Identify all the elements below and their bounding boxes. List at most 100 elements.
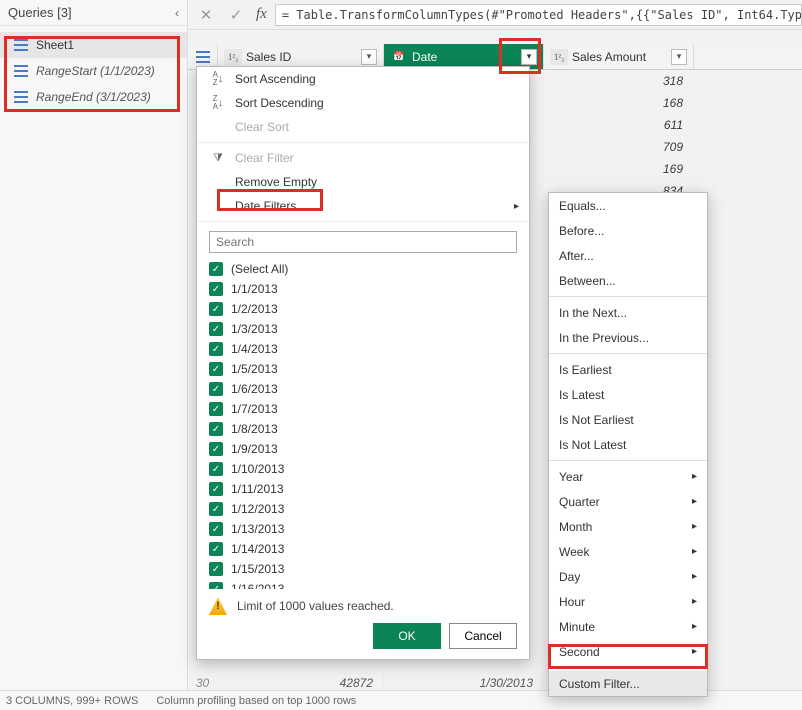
col-date-label: Date	[412, 50, 437, 64]
sort-asc-icon: AZ↓	[209, 71, 227, 87]
submenu-arrow-icon: ▸	[514, 201, 519, 212]
limit-warning: ! Limit of 1000 values reached.	[197, 589, 529, 623]
submenu-item[interactable]: Day▸	[549, 564, 707, 589]
filter-value-item[interactable]: ✓1/8/2013	[209, 419, 523, 439]
remove-empty[interactable]: Remove Empty	[197, 170, 529, 194]
dropdown-icon[interactable]: ▾	[671, 49, 687, 65]
checkbox-icon: ✓	[209, 542, 223, 556]
date-filters-submenu: Equals...Before...After...Between... In t…	[548, 192, 708, 697]
submenu-item[interactable]: After...	[549, 243, 707, 268]
filter-value-item[interactable]: ✓1/16/2013	[209, 579, 523, 589]
filter-value-item[interactable]: ✓1/6/2013	[209, 379, 523, 399]
filter-value-item[interactable]: ✓1/4/2013	[209, 339, 523, 359]
ok-button[interactable]: OK	[373, 623, 441, 649]
submenu-item[interactable]: Is Not Earliest	[549, 407, 707, 432]
checkbox-icon: ✓	[209, 422, 223, 436]
checkbox-icon: ✓	[209, 442, 223, 456]
checkbox-icon: ✓	[209, 522, 223, 536]
submenu-item[interactable]: Second▸	[549, 639, 707, 664]
submenu-item[interactable]: Minute▸	[549, 614, 707, 639]
chevron-right-icon: ▸	[692, 646, 697, 657]
query-label: RangeEnd (3/1/2023)	[36, 90, 151, 104]
checkbox-icon: ✓	[209, 342, 223, 356]
filter-search-input[interactable]	[209, 231, 517, 253]
query-label: RangeStart (1/1/2023)	[36, 64, 155, 78]
filter-values-list[interactable]: ✓(Select All)✓1/1/2013✓1/2/2013✓1/3/2013…	[209, 259, 523, 589]
column-header-sales-amount[interactable]: 1²₃ Sales Amount ▾	[544, 44, 694, 69]
checkbox-icon: ✓	[209, 282, 223, 296]
submenu-item[interactable]: Quarter▸	[549, 489, 707, 514]
date-type-icon: 📅	[390, 49, 408, 65]
checkbox-icon: ✓	[209, 302, 223, 316]
dropdown-icon[interactable]: ▾	[521, 49, 537, 65]
checkbox-icon: ✓	[209, 582, 223, 589]
filter-value-item[interactable]: ✓1/2/2013	[209, 299, 523, 319]
commit-icon[interactable]: ✓	[224, 3, 248, 27]
submenu-item[interactable]: Between...	[549, 268, 707, 293]
sort-ascending[interactable]: AZ↓ Sort Ascending	[197, 67, 529, 91]
dropdown-icon[interactable]: ▾	[361, 49, 377, 65]
checkbox-icon: ✓	[209, 482, 223, 496]
submenu-item[interactable]: Is Earliest	[549, 357, 707, 382]
filter-value-item[interactable]: ✓1/5/2013	[209, 359, 523, 379]
fx-icon[interactable]: fx	[256, 6, 267, 23]
cell-sales-amount: 168	[544, 92, 694, 113]
filter-value-item[interactable]: ✓1/12/2013	[209, 499, 523, 519]
table-icon	[14, 91, 28, 103]
queries-pane: Queries [3] ‹ Sheet1 RangeStart (1/1/2023…	[0, 0, 188, 710]
filter-value-item[interactable]: ✓1/13/2013	[209, 519, 523, 539]
submenu-item[interactable]: Equals...	[549, 193, 707, 218]
table-icon	[196, 51, 210, 63]
col-sales-amount-label: Sales Amount	[572, 50, 646, 64]
chevron-right-icon: ▸	[692, 621, 697, 632]
chevron-right-icon: ▸	[692, 596, 697, 607]
sort-desc-icon: ZA↓	[209, 95, 227, 111]
int-type-icon: 1²₃	[224, 49, 242, 65]
cancel-button[interactable]: Cancel	[449, 623, 517, 649]
cancel-icon[interactable]: ✕	[194, 3, 218, 27]
checkbox-icon: ✓	[209, 562, 223, 576]
sort-descending[interactable]: ZA↓ Sort Descending	[197, 91, 529, 115]
filter-value-item[interactable]: ✓1/10/2013	[209, 459, 523, 479]
submenu-item[interactable]: Is Not Latest	[549, 432, 707, 457]
filter-value-item[interactable]: ✓1/11/2013	[209, 479, 523, 499]
warning-icon: !	[209, 597, 227, 615]
checkbox-icon: ✓	[209, 362, 223, 376]
submenu-item[interactable]: Before...	[549, 218, 707, 243]
submenu-item[interactable]: Year▸	[549, 464, 707, 489]
submenu-item[interactable]: Week▸	[549, 539, 707, 564]
query-item[interactable]: Sheet1	[0, 32, 187, 58]
query-item[interactable]: RangeStart (1/1/2023)	[0, 58, 187, 84]
filter-value-item[interactable]: ✓1/15/2013	[209, 559, 523, 579]
submenu-item[interactable]: Custom Filter...	[549, 671, 707, 696]
chevron-right-icon: ▸	[692, 571, 697, 582]
date-filters[interactable]: Date Filters ▸	[197, 194, 529, 218]
filter-value-item[interactable]: ✓1/14/2013	[209, 539, 523, 559]
submenu-item[interactable]: Month▸	[549, 514, 707, 539]
filter-value-item[interactable]: ✓1/9/2013	[209, 439, 523, 459]
filter-value-item[interactable]: ✓1/7/2013	[209, 399, 523, 419]
int-type-icon: 1²₃	[550, 49, 568, 65]
filter-value-item[interactable]: ✓(Select All)	[209, 259, 523, 279]
submenu-item[interactable]: Is Latest	[549, 382, 707, 407]
filter-value-item[interactable]: ✓1/3/2013	[209, 319, 523, 339]
collapse-icon[interactable]: ‹	[175, 6, 179, 20]
cell-sales-amount: 169	[544, 158, 694, 179]
chevron-right-icon: ▸	[692, 496, 697, 507]
chevron-right-icon: ▸	[692, 471, 697, 482]
queries-header[interactable]: Queries [3] ‹	[0, 0, 187, 26]
query-item[interactable]: RangeEnd (3/1/2023)	[0, 84, 187, 110]
filter-menu: AZ↓ Sort Ascending ZA↓ Sort Descending C…	[196, 66, 530, 660]
submenu-item[interactable]: Hour▸	[549, 589, 707, 614]
chevron-right-icon: ▸	[692, 546, 697, 557]
clear-filter: ⧩ Clear Filter	[197, 146, 529, 170]
filter-clear-icon: ⧩	[209, 152, 227, 165]
submenu-item[interactable]: In the Next...	[549, 300, 707, 325]
submenu-item[interactable]: In the Previous...	[549, 325, 707, 350]
table-icon	[14, 39, 28, 51]
formula-input[interactable]: = Table.TransformColumnTypes(#"Promoted …	[275, 4, 802, 26]
clear-sort: Clear Sort	[197, 115, 529, 139]
filter-value-item[interactable]: ✓1/1/2013	[209, 279, 523, 299]
status-columns: 3 COLUMNS, 999+ ROWS	[6, 695, 138, 707]
cell-sales-amount: 611	[544, 114, 694, 135]
